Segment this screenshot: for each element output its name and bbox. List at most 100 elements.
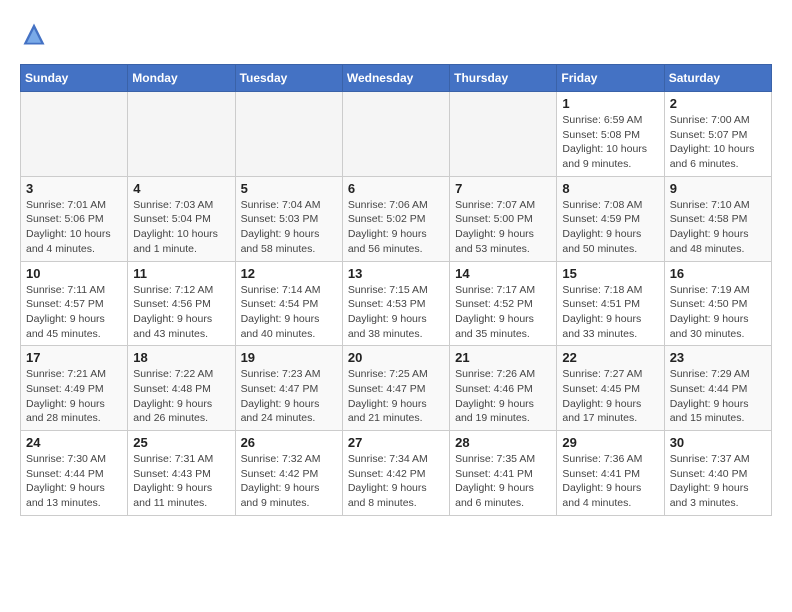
calendar-cell: 22 Sunrise: 7:27 AM Sunset: 4:45 PM Dayli… <box>557 346 664 431</box>
calendar-week-3: 10 Sunrise: 7:11 AM Sunset: 4:57 PM Dayli… <box>21 261 772 346</box>
day-info: Sunrise: 7:27 AM Sunset: 4:45 PM Dayligh… <box>562 367 658 426</box>
day-info: Sunrise: 7:10 AM Sunset: 4:58 PM Dayligh… <box>670 198 766 257</box>
day-info: Sunrise: 7:11 AM Sunset: 4:57 PM Dayligh… <box>26 283 122 342</box>
calendar-cell: 18 Sunrise: 7:22 AM Sunset: 4:48 PM Dayli… <box>128 346 235 431</box>
calendar-cell: 25 Sunrise: 7:31 AM Sunset: 4:43 PM Dayli… <box>128 431 235 516</box>
calendar-cell: 17 Sunrise: 7:21 AM Sunset: 4:49 PM Dayli… <box>21 346 128 431</box>
col-header-thursday: Thursday <box>450 65 557 92</box>
day-info: Sunrise: 7:26 AM Sunset: 4:46 PM Dayligh… <box>455 367 551 426</box>
page-header <box>20 20 772 48</box>
calendar-cell <box>128 92 235 177</box>
calendar-table: SundayMondayTuesdayWednesdayThursdayFrid… <box>20 64 772 516</box>
day-info: Sunrise: 7:15 AM Sunset: 4:53 PM Dayligh… <box>348 283 444 342</box>
day-number: 12 <box>241 266 337 281</box>
calendar-cell: 26 Sunrise: 7:32 AM Sunset: 4:42 PM Dayli… <box>235 431 342 516</box>
day-info: Sunrise: 7:14 AM Sunset: 4:54 PM Dayligh… <box>241 283 337 342</box>
day-info: Sunrise: 7:08 AM Sunset: 4:59 PM Dayligh… <box>562 198 658 257</box>
calendar-week-2: 3Sunrise: 7:01 AM Sunset: 5:06 PM Daylig… <box>21 176 772 261</box>
day-info: Sunrise: 7:12 AM Sunset: 4:56 PM Dayligh… <box>133 283 229 342</box>
col-header-saturday: Saturday <box>664 65 771 92</box>
calendar-cell <box>21 92 128 177</box>
day-number: 22 <box>562 350 658 365</box>
calendar-cell <box>235 92 342 177</box>
calendar-week-5: 24 Sunrise: 7:30 AM Sunset: 4:44 PM Dayli… <box>21 431 772 516</box>
day-number: 10 <box>26 266 122 281</box>
calendar-cell: 23Sunrise: 7:29 AM Sunset: 4:44 PM Dayli… <box>664 346 771 431</box>
day-number: 25 <box>133 435 229 450</box>
col-header-wednesday: Wednesday <box>342 65 449 92</box>
day-number: 18 <box>133 350 229 365</box>
day-number: 26 <box>241 435 337 450</box>
day-info: Sunrise: 7:22 AM Sunset: 4:48 PM Dayligh… <box>133 367 229 426</box>
day-number: 2 <box>670 96 766 111</box>
calendar-cell: 15Sunrise: 7:18 AM Sunset: 4:51 PM Dayli… <box>557 261 664 346</box>
calendar-cell: 4Sunrise: 7:03 AM Sunset: 5:04 PM Daylig… <box>128 176 235 261</box>
day-number: 19 <box>241 350 337 365</box>
calendar-cell: 9Sunrise: 7:10 AM Sunset: 4:58 PM Daylig… <box>664 176 771 261</box>
calendar-cell <box>342 92 449 177</box>
calendar-cell: 19 Sunrise: 7:23 AM Sunset: 4:47 PM Dayli… <box>235 346 342 431</box>
day-number: 20 <box>348 350 444 365</box>
logo-icon <box>20 20 48 48</box>
day-number: 5 <box>241 181 337 196</box>
day-number: 24 <box>26 435 122 450</box>
calendar-cell: 24 Sunrise: 7:30 AM Sunset: 4:44 PM Dayli… <box>21 431 128 516</box>
calendar-cell: 27 Sunrise: 7:34 AM Sunset: 4:42 PM Dayli… <box>342 431 449 516</box>
day-number: 30 <box>670 435 766 450</box>
calendar-cell: 13 Sunrise: 7:15 AM Sunset: 4:53 PM Dayli… <box>342 261 449 346</box>
day-number: 29 <box>562 435 658 450</box>
day-info: Sunrise: 7:35 AM Sunset: 4:41 PM Dayligh… <box>455 452 551 511</box>
calendar-week-4: 17 Sunrise: 7:21 AM Sunset: 4:49 PM Dayli… <box>21 346 772 431</box>
day-info: Sunrise: 7:04 AM Sunset: 5:03 PM Dayligh… <box>241 198 337 257</box>
col-header-monday: Monday <box>128 65 235 92</box>
day-number: 21 <box>455 350 551 365</box>
day-info: Sunrise: 7:18 AM Sunset: 4:51 PM Dayligh… <box>562 283 658 342</box>
calendar-cell: 30Sunrise: 7:37 AM Sunset: 4:40 PM Dayli… <box>664 431 771 516</box>
day-info: Sunrise: 7:23 AM Sunset: 4:47 PM Dayligh… <box>241 367 337 426</box>
calendar-cell: 21 Sunrise: 7:26 AM Sunset: 4:46 PM Dayli… <box>450 346 557 431</box>
calendar-cell: 10 Sunrise: 7:11 AM Sunset: 4:57 PM Dayli… <box>21 261 128 346</box>
day-number: 11 <box>133 266 229 281</box>
day-number: 1 <box>562 96 658 111</box>
calendar-cell: 16 Sunrise: 7:19 AM Sunset: 4:50 PM Dayli… <box>664 261 771 346</box>
day-info: Sunrise: 6:59 AM Sunset: 5:08 PM Dayligh… <box>562 113 658 172</box>
day-info: Sunrise: 7:06 AM Sunset: 5:02 PM Dayligh… <box>348 198 444 257</box>
day-number: 14 <box>455 266 551 281</box>
day-info: Sunrise: 7:25 AM Sunset: 4:47 PM Dayligh… <box>348 367 444 426</box>
calendar-cell: 5 Sunrise: 7:04 AM Sunset: 5:03 PM Daylig… <box>235 176 342 261</box>
day-number: 17 <box>26 350 122 365</box>
day-info: Sunrise: 7:01 AM Sunset: 5:06 PM Dayligh… <box>26 198 122 257</box>
day-info: Sunrise: 7:19 AM Sunset: 4:50 PM Dayligh… <box>670 283 766 342</box>
day-info: Sunrise: 7:30 AM Sunset: 4:44 PM Dayligh… <box>26 452 122 511</box>
calendar-cell <box>450 92 557 177</box>
day-number: 7 <box>455 181 551 196</box>
calendar-cell: 2Sunrise: 7:00 AM Sunset: 5:07 PM Daylig… <box>664 92 771 177</box>
day-info: Sunrise: 7:17 AM Sunset: 4:52 PM Dayligh… <box>455 283 551 342</box>
day-number: 16 <box>670 266 766 281</box>
calendar-cell: 1 Sunrise: 6:59 AM Sunset: 5:08 PM Daylig… <box>557 92 664 177</box>
day-number: 6 <box>348 181 444 196</box>
day-info: Sunrise: 7:32 AM Sunset: 4:42 PM Dayligh… <box>241 452 337 511</box>
calendar-cell: 7 Sunrise: 7:07 AM Sunset: 5:00 PM Daylig… <box>450 176 557 261</box>
day-info: Sunrise: 7:34 AM Sunset: 4:42 PM Dayligh… <box>348 452 444 511</box>
day-info: Sunrise: 7:36 AM Sunset: 4:41 PM Dayligh… <box>562 452 658 511</box>
calendar-cell: 11 Sunrise: 7:12 AM Sunset: 4:56 PM Dayli… <box>128 261 235 346</box>
calendar-cell: 8 Sunrise: 7:08 AM Sunset: 4:59 PM Daylig… <box>557 176 664 261</box>
col-header-tuesday: Tuesday <box>235 65 342 92</box>
day-number: 13 <box>348 266 444 281</box>
day-number: 8 <box>562 181 658 196</box>
day-number: 27 <box>348 435 444 450</box>
calendar-header-row: SundayMondayTuesdayWednesdayThursdayFrid… <box>21 65 772 92</box>
day-info: Sunrise: 7:07 AM Sunset: 5:00 PM Dayligh… <box>455 198 551 257</box>
calendar-cell: 14 Sunrise: 7:17 AM Sunset: 4:52 PM Dayli… <box>450 261 557 346</box>
day-info: Sunrise: 7:21 AM Sunset: 4:49 PM Dayligh… <box>26 367 122 426</box>
day-number: 23 <box>670 350 766 365</box>
calendar-cell: 12 Sunrise: 7:14 AM Sunset: 4:54 PM Dayli… <box>235 261 342 346</box>
calendar-cell: 6 Sunrise: 7:06 AM Sunset: 5:02 PM Daylig… <box>342 176 449 261</box>
day-number: 28 <box>455 435 551 450</box>
col-header-friday: Friday <box>557 65 664 92</box>
day-number: 4 <box>133 181 229 196</box>
day-info: Sunrise: 7:31 AM Sunset: 4:43 PM Dayligh… <box>133 452 229 511</box>
logo <box>20 20 52 48</box>
calendar-week-1: 1 Sunrise: 6:59 AM Sunset: 5:08 PM Daylig… <box>21 92 772 177</box>
